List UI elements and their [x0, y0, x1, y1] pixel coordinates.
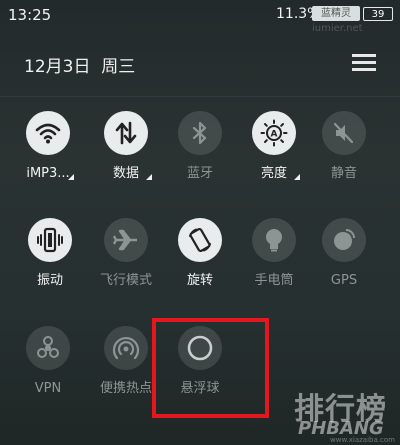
- battery-icon: 39: [363, 7, 393, 21]
- vpn-icon: [37, 336, 59, 358]
- tile-label: GPS: [330, 273, 358, 288]
- status-time: 13:25: [8, 6, 52, 24]
- date-value: 12月3日: [24, 57, 91, 77]
- watermark-badge: 蓝精灵 iumier.net: [312, 6, 363, 34]
- tile-label: 蓝牙: [186, 166, 213, 181]
- expand-corner-icon[interactable]: [146, 174, 152, 180]
- tile-label: 手电筒: [254, 273, 294, 288]
- tile-label: 静音: [330, 166, 357, 181]
- airplane-icon: [113, 229, 137, 251]
- flashlight-icon: [266, 229, 282, 252]
- tile-mute[interactable]: 静音: [308, 111, 380, 182]
- status-bar: 13:25 11.3% 蓝精灵 iumier.net 39: [0, 0, 400, 34]
- expand-corner-icon[interactable]: [294, 174, 300, 180]
- tile-flashlight[interactable]: 手电筒: [238, 218, 310, 289]
- highlight-box: [152, 318, 269, 418]
- watermark: 排行榜 PHBANG www.xiazaiba.com: [290, 384, 398, 444]
- tile-label: 振动: [36, 273, 63, 288]
- weekday-value: 周三: [101, 57, 136, 77]
- svg-text:A: A: [271, 130, 278, 140]
- date-label: 12月3日 周三: [24, 52, 135, 77]
- tile-gps[interactable]: GPS: [308, 218, 380, 289]
- tile-bluetooth[interactable]: 蓝牙: [164, 111, 236, 182]
- mute-icon: [333, 122, 354, 144]
- wifi-icon: [35, 123, 61, 144]
- tile-brightness[interactable]: A 亮度: [238, 111, 310, 182]
- bluetooth-icon: [192, 121, 207, 145]
- tile-mobile-data[interactable]: 数据: [90, 111, 162, 182]
- rotate-icon: [189, 227, 211, 253]
- menu-lines-icon[interactable]: [352, 52, 376, 72]
- tile-label: VPN: [34, 381, 62, 396]
- tile-vibrate[interactable]: 振动: [14, 218, 86, 289]
- gps-icon: [334, 229, 355, 250]
- expand-corner-icon[interactable]: [68, 174, 74, 180]
- vibrate-icon: [37, 227, 63, 253]
- tile-label: 飞行模式: [99, 273, 152, 288]
- tile-wifi[interactable]: iMP3...: [12, 111, 84, 182]
- tile-label: 旋转: [186, 273, 213, 288]
- watermark-url: www.xiazaiba.com: [330, 436, 395, 444]
- notification-header: 12月3日 周三: [0, 40, 400, 88]
- tile-airplane[interactable]: 飞行模式: [90, 218, 162, 289]
- mobile-data-icon: [115, 121, 137, 145]
- divider: [0, 96, 400, 97]
- tile-vpn[interactable]: VPN: [12, 326, 84, 397]
- brightness-icon: A: [260, 119, 288, 147]
- tile-rotate[interactable]: 旋转: [164, 218, 236, 289]
- hotspot-icon: [112, 336, 140, 360]
